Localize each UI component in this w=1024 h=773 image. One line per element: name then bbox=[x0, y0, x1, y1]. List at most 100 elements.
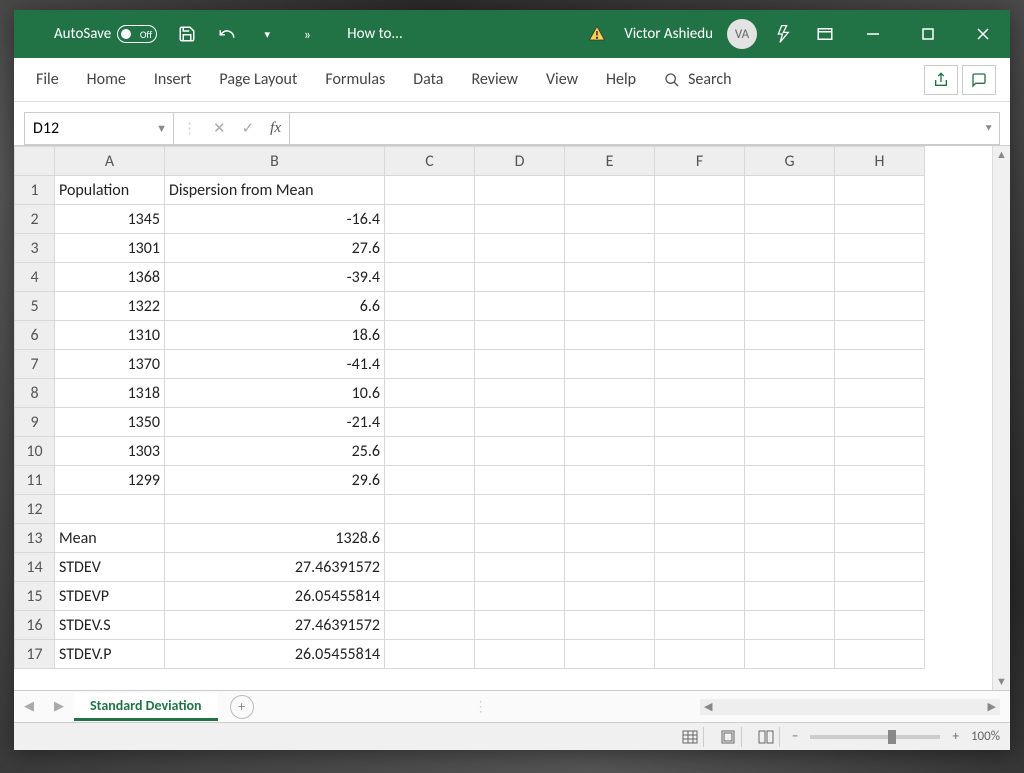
cell[interactable] bbox=[835, 234, 925, 263]
zoom-slider[interactable] bbox=[810, 735, 940, 739]
cell[interactable] bbox=[385, 234, 475, 263]
cell[interactable]: -39.4 bbox=[165, 263, 385, 292]
cell[interactable]: 29.6 bbox=[165, 466, 385, 495]
cell[interactable] bbox=[745, 205, 835, 234]
name-box[interactable]: D12 ▼ bbox=[24, 112, 174, 145]
scroll-down-icon[interactable]: ▼ bbox=[993, 675, 1010, 688]
col-header-E[interactable]: E bbox=[565, 147, 655, 176]
cell[interactable] bbox=[475, 640, 565, 669]
cell[interactable] bbox=[565, 524, 655, 553]
zoom-in-button[interactable]: + bbox=[952, 729, 958, 744]
comments-button[interactable] bbox=[962, 65, 996, 95]
tab-review[interactable]: Review bbox=[457, 58, 532, 101]
cell[interactable]: 27.46391572 bbox=[165, 611, 385, 640]
cell[interactable] bbox=[565, 321, 655, 350]
cell[interactable] bbox=[655, 292, 745, 321]
autosave-toggle[interactable]: Off bbox=[117, 25, 157, 43]
cell[interactable] bbox=[385, 176, 475, 205]
cell[interactable] bbox=[835, 640, 925, 669]
row-header[interactable]: 2 bbox=[15, 205, 55, 234]
cell[interactable] bbox=[835, 524, 925, 553]
user-name[interactable]: Victor Ashiedu bbox=[618, 25, 719, 43]
row-header[interactable]: 1 bbox=[15, 176, 55, 205]
cell[interactable] bbox=[475, 524, 565, 553]
undo-dropdown-icon[interactable]: ▾ bbox=[247, 10, 287, 58]
cell[interactable]: 26.05455814 bbox=[165, 640, 385, 669]
scroll-up-icon[interactable]: ▲ bbox=[993, 148, 1010, 161]
col-header-F[interactable]: F bbox=[655, 147, 745, 176]
cell[interactable] bbox=[565, 205, 655, 234]
col-header-H[interactable]: H bbox=[835, 147, 925, 176]
cell[interactable] bbox=[745, 263, 835, 292]
cell[interactable] bbox=[835, 437, 925, 466]
cell[interactable] bbox=[385, 640, 475, 669]
flash-fill-icon[interactable] bbox=[765, 10, 805, 58]
close-button[interactable] bbox=[955, 10, 1010, 58]
cell[interactable] bbox=[835, 553, 925, 582]
cell[interactable] bbox=[385, 495, 475, 524]
sheet-split-icon[interactable]: ⋮ bbox=[474, 698, 488, 715]
row-header[interactable]: 3 bbox=[15, 234, 55, 263]
cell[interactable] bbox=[835, 292, 925, 321]
formula-bar[interactable]: ⯆ bbox=[290, 112, 1000, 145]
share-button[interactable] bbox=[924, 65, 958, 95]
row-header[interactable]: 9 bbox=[15, 408, 55, 437]
cell[interactable] bbox=[745, 611, 835, 640]
cell[interactable] bbox=[745, 640, 835, 669]
page-break-view-icon[interactable] bbox=[754, 727, 780, 747]
cell[interactable] bbox=[475, 553, 565, 582]
col-header-G[interactable]: G bbox=[745, 147, 835, 176]
cell[interactable]: STDEV.P bbox=[55, 640, 165, 669]
minimize-button[interactable] bbox=[845, 10, 900, 58]
row-header[interactable]: 16 bbox=[15, 611, 55, 640]
cell[interactable] bbox=[745, 234, 835, 263]
cell[interactable] bbox=[835, 379, 925, 408]
cell[interactable] bbox=[475, 350, 565, 379]
cell[interactable] bbox=[745, 466, 835, 495]
cell[interactable] bbox=[475, 321, 565, 350]
cell[interactable] bbox=[655, 524, 745, 553]
tab-formulas[interactable]: Formulas bbox=[311, 58, 399, 101]
cell[interactable]: 18.6 bbox=[165, 321, 385, 350]
cell[interactable]: -21.4 bbox=[165, 408, 385, 437]
name-box-dropdown-icon[interactable]: ▼ bbox=[156, 122, 167, 135]
cell[interactable]: STDEV.S bbox=[55, 611, 165, 640]
cell[interactable] bbox=[565, 292, 655, 321]
cell[interactable] bbox=[475, 408, 565, 437]
undo-icon[interactable] bbox=[207, 10, 247, 58]
col-header-A[interactable]: A bbox=[55, 147, 165, 176]
row-header[interactable]: 6 bbox=[15, 321, 55, 350]
cell[interactable] bbox=[565, 379, 655, 408]
cell[interactable]: 1350 bbox=[55, 408, 165, 437]
cell[interactable]: 1345 bbox=[55, 205, 165, 234]
cell[interactable] bbox=[385, 292, 475, 321]
row-header[interactable]: 13 bbox=[15, 524, 55, 553]
cell[interactable] bbox=[655, 466, 745, 495]
cell[interactable] bbox=[655, 205, 745, 234]
cell[interactable] bbox=[565, 495, 655, 524]
dots-icon[interactable]: ⋮ bbox=[182, 119, 197, 138]
enter-icon[interactable]: ✓ bbox=[242, 119, 255, 138]
vertical-scrollbar[interactable]: ▲ ▼ bbox=[992, 146, 1010, 690]
cell[interactable] bbox=[565, 611, 655, 640]
scroll-right-icon[interactable]: ▶ bbox=[988, 700, 996, 713]
cell[interactable] bbox=[475, 205, 565, 234]
cell[interactable] bbox=[385, 611, 475, 640]
cell[interactable] bbox=[475, 263, 565, 292]
cell[interactable] bbox=[475, 437, 565, 466]
cell[interactable] bbox=[385, 582, 475, 611]
cell[interactable] bbox=[835, 408, 925, 437]
zoom-out-button[interactable]: − bbox=[792, 729, 798, 744]
select-all-corner[interactable] bbox=[15, 147, 55, 176]
cell[interactable] bbox=[55, 495, 165, 524]
cell[interactable] bbox=[655, 321, 745, 350]
cell[interactable] bbox=[745, 495, 835, 524]
sheet-tab-active[interactable]: Standard Deviation bbox=[74, 693, 218, 721]
cell[interactable] bbox=[385, 466, 475, 495]
cell[interactable] bbox=[745, 379, 835, 408]
tab-data[interactable]: Data bbox=[399, 58, 457, 101]
expand-formula-icon[interactable]: ⯆ bbox=[984, 122, 993, 136]
cell[interactable] bbox=[655, 437, 745, 466]
cell[interactable] bbox=[385, 408, 475, 437]
cell[interactable] bbox=[475, 234, 565, 263]
